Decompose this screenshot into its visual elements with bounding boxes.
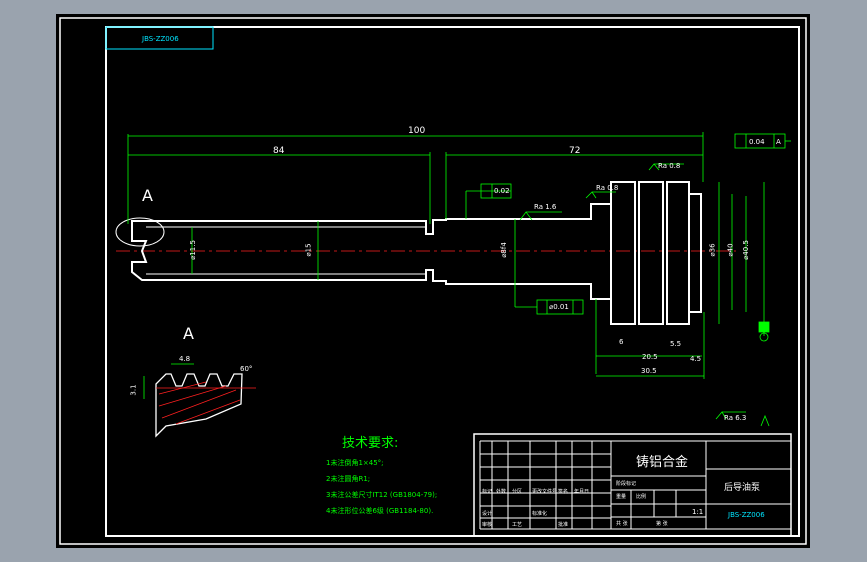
- requirements-title: 技术要求:: [342, 436, 399, 451]
- title-field: 共 张: [616, 521, 628, 527]
- title-field: 签名: [558, 489, 569, 495]
- dim-shaft: ⌀15: [304, 243, 313, 257]
- section-label: A: [142, 186, 153, 205]
- dim-gap3: 5.5: [670, 340, 682, 348]
- dim-left-length: 84: [273, 146, 285, 156]
- dim-detail-angle: 60°: [240, 365, 253, 373]
- detail-label: A: [183, 324, 194, 343]
- dim-gap2: 20.5: [642, 353, 658, 361]
- title-field: 审核: [482, 522, 493, 528]
- requirement-line: 3未注公差尺寸IT12 (GB1804-79);: [326, 491, 438, 499]
- roughness-3: Ra 0.8: [658, 162, 681, 170]
- dim-detail-height: 3.1: [129, 384, 138, 396]
- dim-gap1: 6: [619, 338, 624, 346]
- title-field: 阶段标记: [616, 481, 637, 487]
- dim-overall-length: 100: [408, 126, 426, 136]
- title-field: 年月日: [574, 489, 590, 495]
- title-field: 分区: [512, 489, 523, 495]
- title-field: 批准: [558, 522, 569, 528]
- dim-hub: ⌀8f4: [499, 242, 508, 258]
- dim-bore: ⌀11.5: [188, 240, 197, 260]
- dim-detail-pitch: 4.8: [179, 355, 191, 363]
- drawing-frame: JBS-ZZ006 A A 100 84 72 ⌀11.5 ⌀15 ⌀8f4 ⌀…: [56, 14, 810, 548]
- dim-outer: ⌀40: [726, 243, 735, 257]
- dim-seat: ⌀36: [708, 243, 717, 257]
- cad-drawing: [59, 17, 807, 545]
- tol-perp: ⌀0.01: [549, 303, 569, 311]
- title-field: 工艺: [512, 522, 523, 528]
- requirement-line: 2未注圆角R1;: [326, 475, 371, 483]
- detail-a: [143, 363, 256, 438]
- title-field: 更改文件号: [532, 489, 558, 495]
- inner-border: [105, 26, 800, 537]
- title-field: 处数: [496, 489, 507, 495]
- title-field: 标准化: [532, 511, 548, 517]
- roughness-2: Ra 0.8: [596, 184, 619, 192]
- tol-datum: A: [776, 138, 781, 146]
- dim-end: 4.5: [690, 355, 702, 363]
- tol-position: 0.02: [494, 187, 510, 195]
- dim-outer2: ⌀40.5: [741, 240, 750, 260]
- dim-right-length: 72: [569, 146, 581, 156]
- roughness-1: Ra 1.6: [534, 203, 557, 211]
- title-material: 铸铝合金: [636, 455, 689, 470]
- requirement-line: 1未注倒角1×45°;: [326, 459, 384, 467]
- title-field: 设计: [482, 511, 493, 517]
- shaft-outline: [131, 181, 702, 325]
- title-field: 第 张: [656, 521, 668, 527]
- title-part-name: 后导油泵: [724, 483, 761, 493]
- title-field: 比例: [636, 494, 647, 500]
- title-scale: 1:1: [692, 508, 704, 516]
- tol-runout: 0.04: [749, 138, 765, 146]
- roughness-general: Ra 6.3: [724, 414, 747, 422]
- title-field: 标记: [482, 489, 493, 495]
- drawing-code-top: JBS-ZZ006: [142, 35, 179, 43]
- title-code: JBS-ZZ006: [728, 511, 765, 519]
- dim-total: 30.5: [641, 367, 657, 375]
- requirement-line: 4未注形位公差6级 (GB1184-80).: [326, 507, 434, 515]
- title-field: 重量: [616, 494, 627, 500]
